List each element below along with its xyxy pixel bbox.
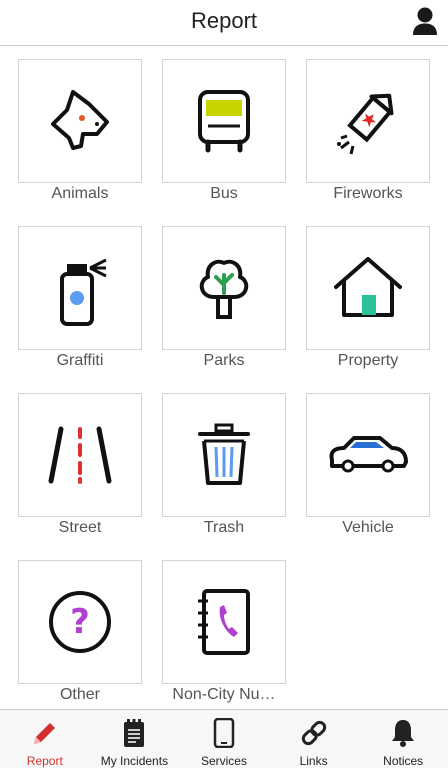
pencil-icon bbox=[33, 722, 55, 744]
tab-my-incidents[interactable]: My Incidents bbox=[90, 710, 180, 768]
tile-label: Parks bbox=[203, 352, 245, 369]
tab-label: Report bbox=[26, 754, 63, 768]
tab-label: Links bbox=[299, 754, 328, 768]
tab-links[interactable]: Links bbox=[269, 710, 359, 768]
tile-label: Property bbox=[337, 352, 399, 369]
house-icon bbox=[334, 257, 402, 317]
profile-button[interactable] bbox=[410, 4, 440, 38]
tile-property[interactable]: Property bbox=[306, 226, 430, 371]
tile-non-city-numbers[interactable]: Non-City Nu… bbox=[162, 560, 286, 705]
tile-label: Bus bbox=[210, 185, 238, 202]
tile-fireworks[interactable]: Fireworks bbox=[306, 59, 430, 204]
bus-icon bbox=[198, 90, 250, 153]
tab-label: Services bbox=[200, 754, 247, 768]
tile-bus[interactable]: Bus bbox=[162, 59, 286, 204]
tile-icon-box bbox=[18, 393, 142, 517]
tab-services[interactable]: Services bbox=[179, 710, 269, 768]
tile-icon-box bbox=[162, 560, 286, 684]
firework-rocket-icon bbox=[337, 93, 394, 155]
spray-can-icon bbox=[60, 258, 107, 326]
tile-trash[interactable]: Trash bbox=[162, 393, 286, 538]
tab-notices[interactable]: Notices bbox=[358, 710, 448, 768]
tile-icon-box bbox=[18, 226, 142, 350]
tile-animals[interactable]: Animals bbox=[18, 59, 142, 204]
tab-label: My Incidents bbox=[100, 754, 169, 768]
tile-label: Fireworks bbox=[333, 185, 403, 202]
car-icon bbox=[329, 436, 408, 473]
tile-label: Graffiti bbox=[56, 352, 104, 369]
app-header: Report bbox=[0, 0, 448, 46]
notepad-icon bbox=[124, 718, 145, 747]
tile-icon-box bbox=[162, 59, 286, 183]
tile-parks[interactable]: Parks bbox=[162, 226, 286, 371]
question-mark-icon: ? bbox=[49, 591, 111, 653]
svg-text:?: ? bbox=[70, 602, 90, 642]
tile-icon-box: ? bbox=[18, 560, 142, 684]
user-icon bbox=[413, 7, 437, 35]
bell-icon bbox=[392, 719, 415, 747]
tile-label: Trash bbox=[203, 519, 245, 536]
tile-icon-box bbox=[306, 226, 430, 350]
tile-street[interactable]: Street bbox=[18, 393, 142, 538]
tile-graffiti[interactable]: Graffiti bbox=[18, 226, 142, 371]
road-icon bbox=[48, 426, 112, 484]
phone-book-icon bbox=[198, 589, 250, 655]
tile-label: Non-City Nu… bbox=[172, 686, 276, 703]
page-title: Report bbox=[190, 8, 258, 33]
tile-icon-box bbox=[162, 226, 286, 350]
tab-label: Notices bbox=[383, 754, 424, 768]
tile-label: Street bbox=[58, 519, 102, 536]
smartphone-icon bbox=[213, 717, 235, 748]
tile-other[interactable]: ? Other bbox=[18, 560, 142, 705]
link-icon bbox=[301, 720, 326, 745]
tile-label: Vehicle bbox=[342, 519, 394, 536]
tile-icon-box bbox=[306, 59, 430, 183]
tile-icon-box bbox=[162, 393, 286, 517]
tile-label: Animals bbox=[51, 185, 109, 202]
tile-vehicle[interactable]: Vehicle bbox=[306, 393, 430, 538]
tab-bar: Report My Incidents Services Links Notic… bbox=[0, 709, 448, 768]
tile-label: Other bbox=[59, 686, 100, 703]
trash-can-icon bbox=[198, 423, 250, 485]
tile-icon-box bbox=[18, 59, 142, 183]
tree-icon bbox=[199, 259, 249, 319]
tile-icon-box bbox=[306, 393, 430, 517]
tab-report[interactable]: Report bbox=[0, 710, 90, 768]
dog-icon bbox=[51, 90, 109, 150]
